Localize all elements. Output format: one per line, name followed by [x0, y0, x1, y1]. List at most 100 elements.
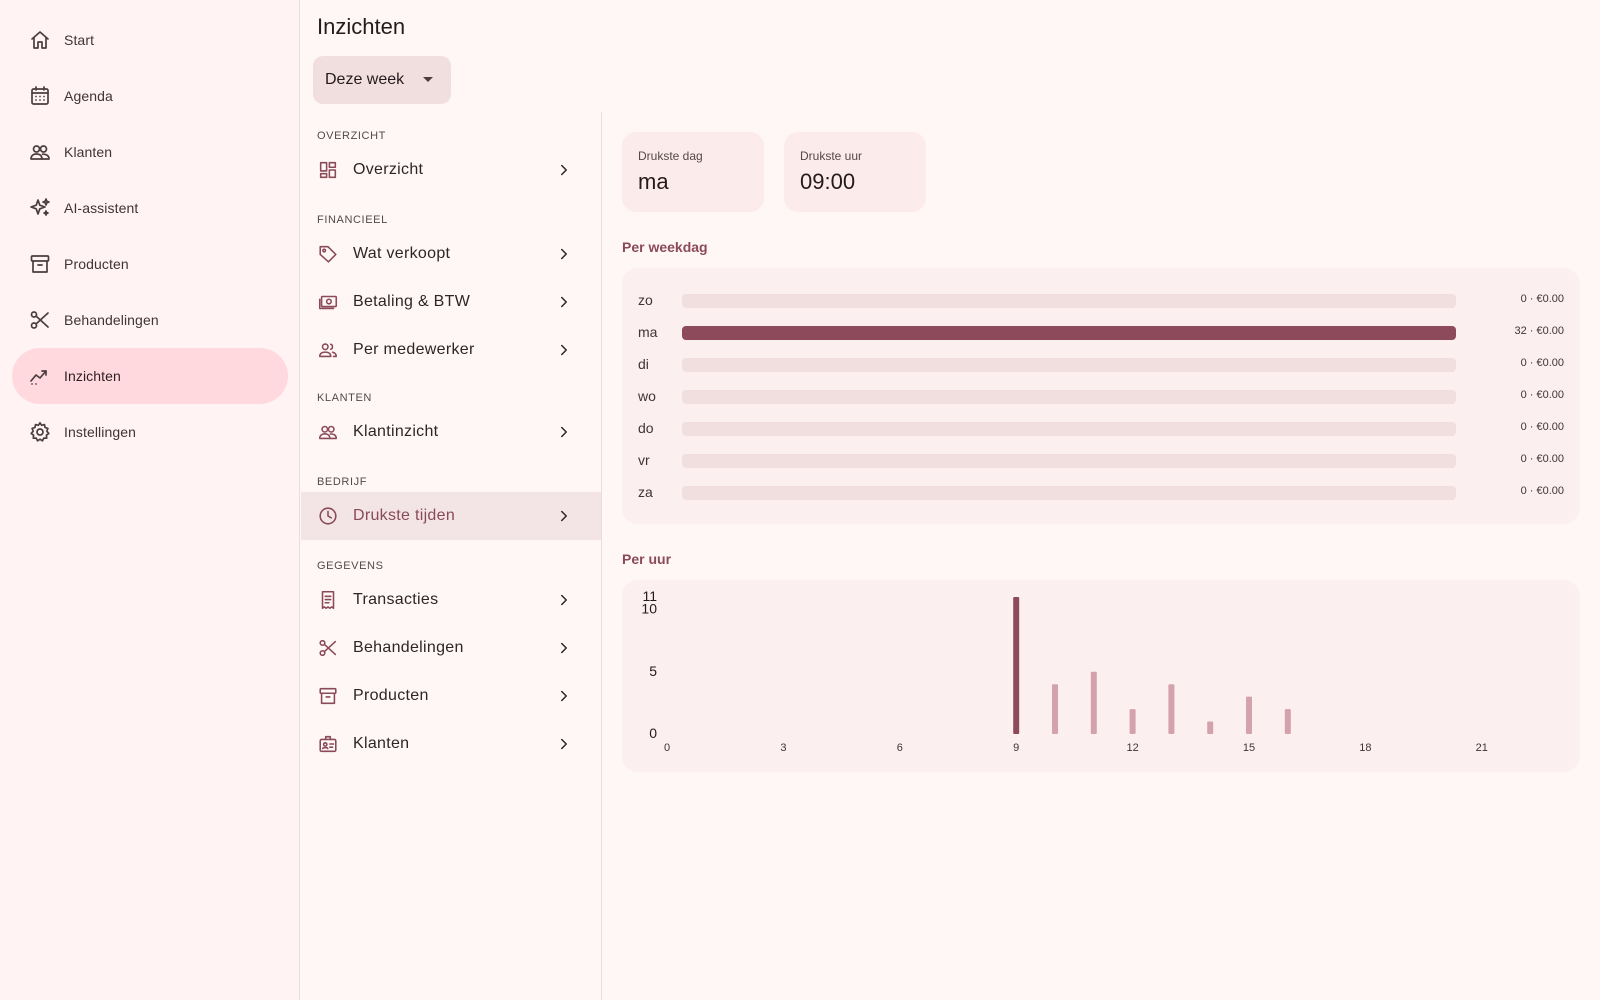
chevron-right-icon [561, 690, 567, 702]
x-tick-label: 3 [780, 742, 786, 754]
chevron-right-icon [561, 426, 567, 438]
page-title: Inzichten [317, 14, 406, 39]
trending-chart-icon [30, 370, 47, 385]
menu-item-label: Klanten [353, 735, 410, 752]
nav-item-label: Behandelingen [64, 312, 159, 328]
chevron-right-icon [561, 296, 567, 308]
scissors-icon [30, 311, 49, 329]
navigation-rail: Start Agenda Klanten AI-assistent Producten B… [0, 0, 300, 1000]
menu-section-title: Gegevens [317, 560, 384, 572]
chevron-right-icon [561, 510, 567, 522]
calendar-icon [31, 86, 49, 105]
people-icon [318, 425, 338, 440]
menu-section-title: Overzicht [317, 130, 386, 142]
nav-item-label: AI-assistent [64, 200, 139, 216]
menu-item-label: Transacties [353, 591, 439, 608]
date-range-dropdown[interactable]: Deze week [313, 56, 451, 104]
menu-item-transacties[interactable]: Transacties [301, 576, 601, 624]
weekday-label: vr [638, 452, 650, 468]
archive-box-icon [319, 687, 337, 705]
menu-item-klantinzicht[interactable]: Klantinzicht [301, 408, 601, 456]
weekday-label: wo [638, 388, 656, 404]
menu-item-klanten[interactable]: Klanten [301, 720, 601, 768]
weekday-bar-track [682, 454, 1456, 468]
dropdown-caret-icon [423, 77, 433, 82]
people-icon [30, 145, 50, 160]
hourly-panel: 0 5 10 11 0 3 6 9 12 15 18 21 [622, 580, 1580, 772]
nav-item-label: Producten [64, 256, 129, 272]
y-tick-label: 5 [649, 663, 657, 679]
menu-item-producten[interactable]: Producten [301, 672, 601, 720]
menu-section-title: Klanten [317, 392, 372, 404]
hour-bar [1168, 684, 1175, 734]
menu-item-behandelingen[interactable]: Behandelingen [301, 624, 601, 672]
nav-item-label: Klanten [64, 144, 113, 160]
id-badge-icon [319, 735, 337, 753]
scissors-icon [319, 639, 337, 657]
nav-item-label: Agenda [64, 88, 113, 104]
x-tick-label: 6 [897, 742, 903, 754]
menu-item-label: Wat verkoopt [353, 245, 451, 262]
menu-item-label: Producten [353, 687, 429, 704]
insights-menu: Overzicht Overzicht Financieel Wat verkoopt… [301, 112, 602, 1000]
hour-bar [1013, 597, 1020, 734]
stat-label: Drukste dag [638, 149, 703, 163]
dashboard-icon [319, 161, 337, 179]
nav-item-instellingen[interactable]: Instellingen [12, 404, 288, 460]
clock-icon [319, 507, 337, 525]
weekday-bar-track [682, 422, 1456, 436]
menu-section-title: Financieel [317, 214, 388, 226]
nav-item-behandelingen[interactable]: Behandelingen [12, 292, 288, 348]
hour-bar [1090, 671, 1097, 734]
weekday-bar [682, 326, 1456, 340]
group-icon [318, 343, 338, 358]
weekday-label: zo [638, 292, 653, 308]
menu-section-title: Bedrijf [317, 476, 368, 488]
x-tick-label: 18 [1359, 742, 1371, 754]
menu-item-label: Drukste tijden [353, 507, 456, 524]
nav-item-label: Instellingen [64, 424, 137, 440]
hourly-chart: 0510110 3 6 9 12 15 18 21 [641, 588, 1488, 754]
x-tick-label: 15 [1243, 742, 1255, 754]
home-icon [31, 31, 49, 49]
menu-item-label: Klantinzicht [353, 423, 439, 440]
stat-busiest-hour: Drukste uur 09:00 [784, 132, 926, 212]
weekday-section-title: Per weekdag [622, 239, 708, 255]
nav-item-ai-assistent[interactable]: AI-assistent [12, 180, 288, 236]
weekday-row: vr 0 · €0.00 [638, 450, 1564, 470]
weekday-value: 0 · €0.00 [1520, 357, 1564, 369]
x-tick-label: 12 [1126, 742, 1138, 754]
hour-bar [1246, 696, 1252, 734]
weekday-row: zo 0 · €0.00 [638, 290, 1564, 310]
nav-item-label: Inzichten [64, 368, 121, 384]
weekday-label: di [638, 356, 649, 372]
gear-icon [30, 421, 50, 442]
nav-item-klanten[interactable]: Klanten [12, 124, 288, 180]
weekday-row: di 0 · €0.00 [638, 354, 1564, 374]
menu-item-label: Per medewerker [353, 341, 475, 358]
weekday-value: 0 · €0.00 [1520, 293, 1564, 305]
tag-icon [319, 245, 337, 263]
stat-label: Drukste uur [800, 149, 863, 163]
chevron-right-icon [561, 248, 567, 260]
hourly-section-title: Per uur [622, 551, 672, 567]
date-range-value: Deze week [325, 71, 405, 88]
chevron-right-icon [561, 594, 567, 606]
nav-item-agenda[interactable]: Agenda [12, 68, 288, 124]
menu-item-label: Betaling & BTW [353, 293, 471, 310]
chevron-right-icon [561, 738, 567, 750]
weekday-row: do 0 · €0.00 [638, 418, 1564, 438]
menu-item-wat-verkoopt[interactable]: Wat verkoopt [301, 230, 601, 278]
menu-item-overzicht[interactable]: Overzicht [301, 146, 601, 194]
x-tick-label: 21 [1476, 742, 1488, 754]
nav-item-producten[interactable]: Producten [12, 236, 288, 292]
y-tick-label: 11 [642, 588, 657, 604]
weekday-bar-track [682, 326, 1456, 340]
nav-item-inzichten[interactable]: Inzichten [12, 348, 288, 404]
stat-value: ma [638, 169, 669, 194]
menu-item-betaling-btw[interactable]: Betaling & BTW [301, 278, 601, 326]
menu-item-drukste-tijden[interactable]: Drukste tijden [301, 492, 601, 540]
nav-item-start[interactable]: Start [12, 12, 288, 68]
menu-item-per-medewerker[interactable]: Per medewerker [301, 326, 601, 374]
weekday-bar-track [682, 294, 1456, 308]
